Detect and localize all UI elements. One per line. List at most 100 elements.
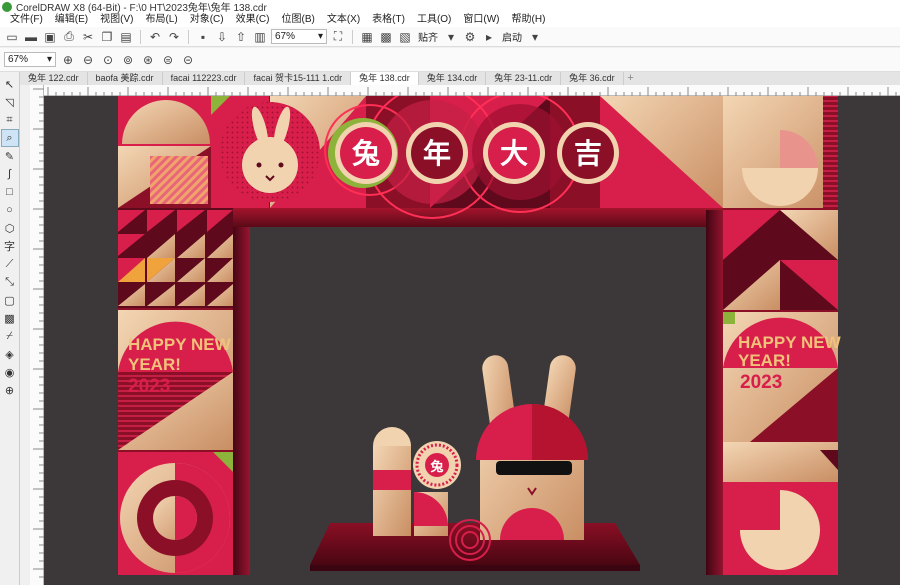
zoom-to-all-objects-icon[interactable]: ⊚	[120, 52, 136, 68]
banner-char-4: 吉	[574, 137, 602, 170]
vertical-ruler[interactable]	[30, 85, 44, 585]
color-eyedropper-tool-icon[interactable]: ⌿	[2, 328, 18, 344]
menu-help[interactable]: 帮助(H)	[506, 13, 552, 27]
banner-char-3: 大	[500, 137, 528, 170]
toolbox: ↖ ◹ ⌗ ⌕ ✎ ∫ □ ○ ⬡ 字 ⟋ ⤡ ▢ ▩ ⌿ ◈ ◉ ⊕	[0, 72, 20, 585]
artistic-media-tool-icon[interactable]: ∫	[2, 166, 18, 182]
chevron-down-icon[interactable]: ▾	[527, 29, 543, 45]
smart-fill-tool-icon[interactable]: ◉	[2, 364, 18, 380]
window-title: CorelDRAW X8 (64-Bit) - F:\0 HT\2023兔年\兔…	[16, 3, 267, 14]
zoom-to-page-width-icon[interactable]: ⊜	[160, 52, 176, 68]
menu-bar: 文件(F) 编辑(E) 视图(V) 布局(L) 对象(C) 效果(C) 位图(B…	[0, 13, 900, 27]
right-post[interactable]: HAPPY NEW YEAR! 2023	[706, 96, 842, 575]
document-tab[interactable]: 兔年 36.cdr	[561, 72, 624, 85]
document-tab[interactable]: 兔年 23-11.cdr	[486, 72, 562, 85]
toolbar-separator	[188, 29, 189, 44]
add-tool-icon[interactable]: ⊕	[2, 382, 18, 398]
connector-tool-icon[interactable]: ⤡	[2, 274, 18, 290]
menu-effects[interactable]: 效果(C)	[230, 13, 276, 27]
top-beam[interactable]: 兔 年 大 吉	[211, 96, 723, 227]
show-guidelines-icon[interactable]: ▧	[397, 29, 413, 45]
zoom-level-combo[interactable]: 67% ▾	[271, 29, 327, 44]
zoom-to-selected-icon[interactable]: ⊙	[100, 52, 116, 68]
document-tab[interactable]: baofa 美踪.cdr	[87, 72, 163, 85]
menu-object[interactable]: 对象(C)	[184, 13, 230, 27]
search-content-icon[interactable]: ▪	[195, 29, 211, 45]
zoom-in-icon[interactable]: ⊕	[60, 52, 76, 68]
cut-icon[interactable]: ✂	[80, 29, 96, 45]
save-icon[interactable]: ▣	[42, 29, 58, 45]
import-icon[interactable]: ⇩	[214, 29, 230, 45]
zoom-tool-icon[interactable]: ⌕	[0, 129, 19, 147]
drop-shadow-tool-icon[interactable]: ▢	[2, 292, 18, 308]
right-greeting-year: 2023	[740, 372, 782, 393]
export-icon[interactable]: ⇧	[233, 29, 249, 45]
menu-tools[interactable]: 工具(O)	[411, 13, 457, 27]
full-screen-icon[interactable]: ⛶	[330, 29, 346, 45]
property-bar: 67% ▾ ⊕ ⊖ ⊙ ⊚ ⊛ ⊜ ⊝	[0, 48, 900, 72]
new-document-icon[interactable]: ▭	[4, 29, 20, 45]
left-greeting-line-2: YEAR!	[128, 355, 181, 374]
text-tool-icon[interactable]: 字	[2, 238, 18, 254]
menu-table[interactable]: 表格(T)	[366, 13, 411, 27]
print-icon[interactable]: ⎙	[61, 29, 77, 45]
menu-layout[interactable]: 布局(L)	[139, 13, 183, 27]
shape-tool-icon[interactable]: ◹	[2, 94, 18, 110]
polygon-tool-icon[interactable]: ⬡	[2, 220, 18, 236]
rectangle-tool-icon[interactable]: □	[2, 184, 18, 200]
document-tab[interactable]: 兔年 134.cdr	[418, 72, 487, 85]
options-gear-icon[interactable]: ⚙	[462, 29, 478, 45]
horizontal-ruler[interactable]	[44, 85, 900, 96]
document-tab-active[interactable]: 兔年 138.cdr	[351, 72, 419, 85]
undo-icon[interactable]: ↶	[147, 29, 163, 45]
coreldraw-window: CorelDRAW X8 (64-Bit) - F:\0 HT\2023兔年\兔…	[0, 0, 900, 585]
redo-icon[interactable]: ↷	[166, 29, 182, 45]
menu-view[interactable]: 视图(V)	[94, 13, 139, 27]
document-tab[interactable]: facai 贺卡15-111 1.cdr	[245, 72, 352, 85]
chevron-down-icon: ▾	[317, 31, 323, 42]
pick-tool-icon[interactable]: ↖	[2, 76, 18, 92]
document-tab[interactable]: 兔年 122.cdr	[20, 72, 88, 85]
show-grid-icon[interactable]: ▩	[378, 29, 394, 45]
menu-edit[interactable]: 编辑(E)	[49, 13, 94, 27]
rabbit-medallion[interactable]	[220, 102, 320, 202]
drawing-canvas[interactable]: HAPPY NEW YEAR! 2023 兔 年 大 吉 HAPPY NEW Y…	[44, 96, 900, 585]
artwork[interactable]: HAPPY NEW YEAR! 2023 兔 年 大 吉 HAPPY NEW Y…	[44, 96, 900, 585]
stage-scene[interactable]: 兔	[310, 354, 640, 571]
rabbit-character[interactable]	[476, 354, 588, 540]
vertical-ruler-ticks	[33, 88, 44, 578]
paste-icon[interactable]: ▤	[118, 29, 134, 45]
ellipse-tool-icon[interactable]: ○	[2, 202, 18, 218]
zoom-to-page-height-icon[interactable]: ⊝	[180, 52, 196, 68]
document-tab[interactable]: facai 112223.cdr	[162, 72, 246, 85]
interactive-fill-tool-icon[interactable]: ◈	[2, 346, 18, 362]
banner-char-2: 年	[423, 137, 451, 170]
open-folder-icon[interactable]: ▬	[23, 29, 39, 45]
zoom-levels-combo[interactable]: 67% ▾	[4, 52, 56, 67]
menu-window[interactable]: 窗口(W)	[457, 13, 505, 27]
right-greeting-line-2: YEAR!	[738, 351, 791, 370]
document-tabs: 兔年 122.cdr baofa 美踪.cdr facai 112223.cdr…	[0, 72, 900, 85]
copy-icon[interactable]: ❐	[99, 29, 115, 45]
zoom-levels-value: 67%	[8, 54, 29, 65]
toolbar-separator	[352, 29, 353, 44]
menu-text[interactable]: 文本(X)	[321, 13, 366, 27]
publish-pdf-icon[interactable]: ▥	[252, 29, 268, 45]
freehand-tool-icon[interactable]: ✎	[2, 148, 18, 164]
parallel-dimension-tool-icon[interactable]: ⟋	[2, 256, 18, 272]
menu-file[interactable]: 文件(F)	[4, 13, 49, 27]
show-rulers-icon[interactable]: ▦	[359, 29, 375, 45]
application-launcher-icon[interactable]: ▸	[481, 29, 497, 45]
add-tab-icon[interactable]: +	[624, 72, 638, 85]
right-greeting-line-1: HAPPY NEW	[738, 333, 842, 352]
chevron-down-icon[interactable]: ▾	[443, 29, 459, 45]
launch-button[interactable]: 启动	[500, 29, 524, 44]
zoom-out-icon[interactable]: ⊖	[80, 52, 96, 68]
snap-to-button[interactable]: 贴齐	[416, 29, 440, 44]
horizontal-ruler-ticks	[47, 87, 897, 96]
zoom-to-page-icon[interactable]: ⊛	[140, 52, 156, 68]
transparency-tool-icon[interactable]: ▩	[2, 310, 18, 326]
menu-bitmaps[interactable]: 位图(B)	[275, 13, 320, 27]
crop-tool-icon[interactable]: ⌗	[2, 112, 18, 128]
title-bar: CorelDRAW X8 (64-Bit) - F:\0 HT\2023兔年\兔…	[0, 0, 900, 14]
